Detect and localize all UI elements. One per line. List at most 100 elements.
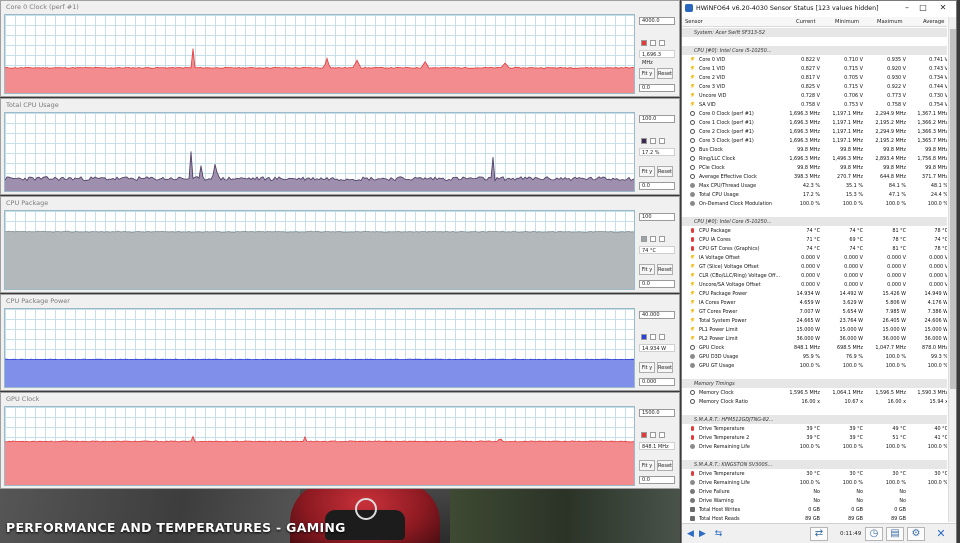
checkbox-icon[interactable] [650,138,656,144]
graph-min-value[interactable]: 0.0 [639,182,675,190]
sensor-row[interactable]: Core 1 Clock (perf #1) 1,696.3 MHz 1,197.1… [682,118,947,127]
sensor-row[interactable]: Core 3 VID 0.825 V 0.715 V 0.922 V 0.744 V [682,82,947,91]
reset-button[interactable]: Reset [657,68,673,79]
vertical-scrollbar[interactable] [948,17,956,522]
fit-y-button[interactable]: Fit y [639,166,655,177]
sensor-row[interactable]: SA VID 0.758 V 0.753 V 0.758 V 0.754 V [682,100,947,109]
graph-min-value[interactable]: 0.0 [639,476,675,484]
reset-button[interactable]: Reset [657,264,673,275]
sensor-row[interactable]: CPU GT Cores (Graphics) 74 °C 74 °C 81 °C 78… [682,244,947,253]
sensor-row[interactable]: Average Effective Clock 398.3 MHz 270.7 MH… [682,172,947,181]
minimize-button[interactable]: – [900,3,914,13]
checkbox-icon[interactable] [650,40,656,46]
sensor-row[interactable]: Memory Clock Ratio 16.00 x 10.67 x 16.00 x 1… [682,397,947,406]
arrow-left-icon[interactable]: ◀ [685,527,696,541]
checkbox-icon[interactable] [650,432,656,438]
scrollbar-thumb[interactable] [950,29,956,389]
sensor-row[interactable]: PL1 Power Limit 15.000 W 15.000 W 15.000 W 1… [682,325,947,334]
color-swatch-icon[interactable] [641,40,647,46]
sensor-row[interactable]: Core 0 VID 0.822 V 0.710 V 0.935 V 0.741 V [682,55,947,64]
sensor-row[interactable]: Core 0 Clock (perf #1) 1,696.3 MHz 1,197.1… [682,109,947,118]
fit-y-button[interactable]: Fit y [639,362,655,373]
sensor-row[interactable]: Core 2 VID 0.817 V 0.705 V 0.930 V 0.734 V [682,73,947,82]
sensor-row[interactable]: Bus Clock 99.8 MHz 99.8 MHz 99.8 MHz 99.8 MH… [682,145,947,154]
graph-min-value[interactable]: 0.0 [639,280,675,288]
sensor-row[interactable]: GPU D3D Usage 95.9 % 76.9 % 100.0 % 99.3 % [682,352,947,361]
sensor-row[interactable]: Drive Temperature 39 °C 39 °C 49 °C 40 °C [682,424,947,433]
sensor-row[interactable]: CPU IA Cores 71 °C 69 °C 78 °C 74 °C [682,235,947,244]
window-titlebar[interactable]: HWiNFO64 v6.20-4030 Sensor Status [123 v… [682,1,956,16]
checkbox-icon[interactable] [659,334,665,340]
sensor-row[interactable]: Drive Temperature 30 °C 30 °C 30 °C 30 °C [682,469,947,478]
clock-reset-icon[interactable]: ◷ [865,527,883,541]
graph-max-value[interactable]: 100.0 [639,115,675,123]
checkbox-icon[interactable] [650,334,656,340]
color-swatch-icon[interactable] [641,432,647,438]
graph-max-value[interactable]: 4000.0 [639,17,675,25]
fit-y-button[interactable]: Fit y [639,460,655,471]
column-header-sensor[interactable]: Sensor [685,19,703,25]
sensor-row[interactable]: Total CPU Usage 17.2 % 15.3 % 47.1 % 24.4 % [682,190,947,199]
sensor-row[interactable]: Core 2 Clock (perf #1) 1,696.3 MHz 1,197.1… [682,127,947,136]
sensor-row[interactable]: Total System Power 24.665 W 23.764 W 26.405… [682,316,947,325]
sensor-row[interactable]: On-Demand Clock Modulation 100.0 % 100.0 %… [682,199,947,208]
graph-max-value[interactable]: 40.000 [639,311,675,319]
reset-button[interactable]: Reset [657,362,673,373]
fit-y-button[interactable]: Fit y [639,68,655,79]
checkbox-icon[interactable] [659,432,665,438]
checkbox-icon[interactable] [659,40,665,46]
arrow-right-icon[interactable]: ▶ [697,527,708,541]
sensor-row[interactable]: Drive Temperature 2 39 °C 39 °C 51 °C 41 °C [682,433,947,442]
network-icon[interactable]: ⇄ [810,527,828,541]
column-header-current[interactable]: Current [796,19,815,25]
checkbox-icon[interactable] [650,236,656,242]
sensor-row[interactable]: PL2 Power Limit 36.000 W 36.000 W 36.000 W 3… [682,334,947,343]
sensor-row[interactable]: IA Cores Power 4.659 W 3.629 W 5.806 W 4.176… [682,298,947,307]
sensor-row[interactable]: Uncore VID 0.728 V 0.706 V 0.773 V 0.730 V [682,91,947,100]
sensor-row[interactable]: Core 1 VID 0.827 V 0.715 V 0.920 V 0.743 V [682,64,947,73]
sensor-row[interactable]: Total Host Reads 89 GB 89 GB 89 GB [682,514,947,522]
close-sensors-icon[interactable]: ✕ [932,527,950,541]
sensor-row[interactable]: PCIe Clock 99.8 MHz 99.8 MHz 99.8 MHz 99.8 M… [682,163,947,172]
sensor-row[interactable]: GT (Slice) Voltage Offset 0.000 V 0.000 V 0… [682,262,947,271]
column-header-average[interactable]: Average [923,19,944,25]
reset-button[interactable]: Reset [657,460,673,471]
graph-max-value[interactable]: 1500.0 [639,409,675,417]
checkbox-icon[interactable] [659,236,665,242]
sensor-row[interactable]: Max CPU/Thread Usage 42.3 % 35.1 % 84.1 % 48… [682,181,947,190]
checkbox-icon[interactable] [659,138,665,144]
graph-min-value[interactable]: 0.0 [639,84,675,92]
sensor-row[interactable]: Uncore/SA Voltage Offset 0.000 V 0.000 V 0.… [682,280,947,289]
sensor-row[interactable]: CPU Package 74 °C 74 °C 81 °C 78 °C [682,226,947,235]
sensor-row[interactable]: Drive Failure No No No [682,487,947,496]
maximize-button[interactable]: □ [916,3,930,13]
sensor-row[interactable]: CPU Package Power 14.934 W 14.492 W 15.426 … [682,289,947,298]
column-header-minimum[interactable]: Minimum [835,19,859,25]
graph-min-value[interactable]: 0.000 [639,378,675,386]
fit-y-button[interactable]: Fit y [639,264,655,275]
sensor-row[interactable]: Memory Clock 1,596.5 MHz 1,064.1 MHz 1,596.… [682,388,947,397]
sensor-row[interactable]: Total Host Writes 0 GB 0 GB 0 GB [682,505,947,514]
color-swatch-icon[interactable] [641,334,647,340]
color-swatch-icon[interactable] [641,236,647,242]
sensor-spacer [682,208,947,217]
sensor-row[interactable]: Drive Warning No No No [682,496,947,505]
column-header-maximum[interactable]: Maximum [877,19,903,25]
close-button[interactable]: ✕ [936,3,950,13]
graph-title: CPU Package Power [6,297,70,305]
sensor-row[interactable]: IA Voltage Offset 0.000 V 0.000 V 0.000 V 0.… [682,253,947,262]
arrows-left-right-icon[interactable]: ⇆ [713,527,724,541]
color-swatch-icon[interactable] [641,138,647,144]
graph-max-value[interactable]: 100 [639,213,675,221]
sensor-row[interactable]: Core 3 Clock (perf #1) 1,696.3 MHz 1,197.1… [682,136,947,145]
sensor-row[interactable]: Drive Remaining Life 100.0 % 100.0 % 100.0 … [682,442,947,451]
sensor-row[interactable]: GT Cores Power 7.007 W 5.654 W 7.985 W 7.386… [682,307,947,316]
settings-icon[interactable]: ⚙ [907,527,925,541]
report-icon[interactable]: ▤ [886,527,904,541]
sensor-row[interactable]: GPU Clock 848.1 MHz 698.5 MHz 1,047.7 MHz 87… [682,343,947,352]
sensor-row[interactable]: CLR (CBo/LLC/Ring) Voltage Off... 0.000 V… [682,271,947,280]
sensor-row[interactable]: Ring/LLC Clock 1,696.3 MHz 1,496.3 MHz 2,89… [682,154,947,163]
sensor-row[interactable]: GPU GT Usage 100.0 % 100.0 % 100.0 % 100.0 % [682,361,947,370]
reset-button[interactable]: Reset [657,166,673,177]
sensor-row[interactable]: Drive Remaining Life 100.0 % 100.0 % 100.0 … [682,478,947,487]
